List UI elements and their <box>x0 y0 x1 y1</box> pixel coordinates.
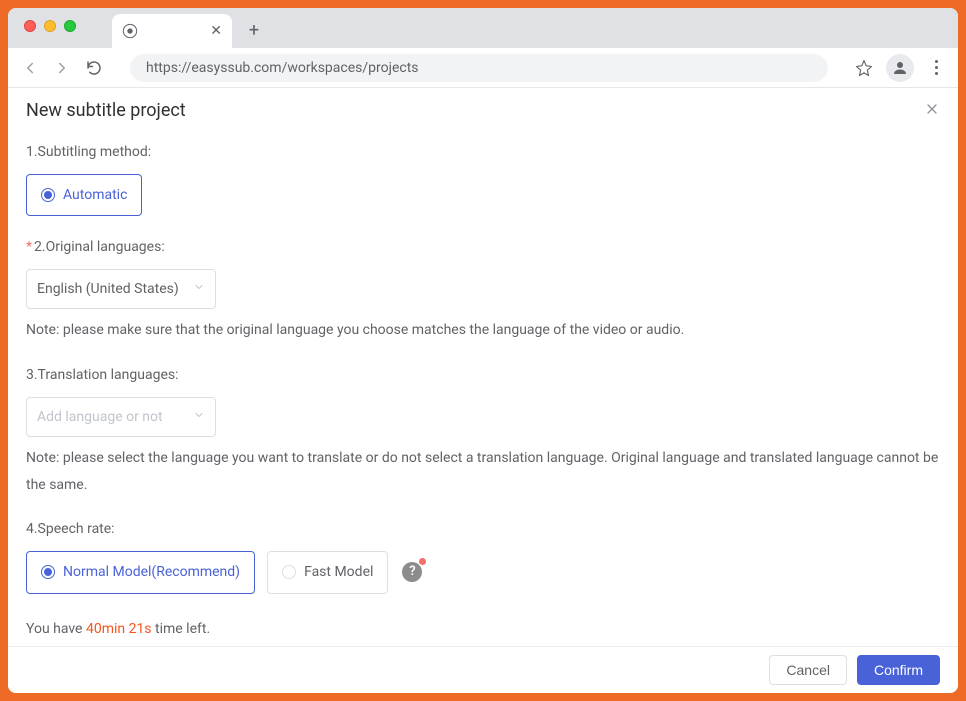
radio-selected-icon <box>41 565 55 579</box>
speech-normal-label: Normal Model(Recommend) <box>63 559 240 586</box>
chevron-down-icon <box>193 404 205 431</box>
close-tab-icon[interactable]: ✕ <box>210 23 222 39</box>
usage-info: You have 40min 21s time left. You need t… <box>26 616 940 646</box>
close-modal-button[interactable] <box>924 101 940 121</box>
translation-label: 3.Translation languages: <box>26 362 940 389</box>
forward-button[interactable] <box>52 58 72 78</box>
speech-fast-option[interactable]: Fast Model <box>267 551 388 594</box>
url-bar[interactable]: https://easyssub.com/workspaces/projects <box>130 54 828 82</box>
confirm-button[interactable]: Confirm <box>857 655 940 685</box>
speech-normal-option[interactable]: Normal Model(Recommend) <box>26 551 255 594</box>
kebab-icon <box>935 60 938 75</box>
translation-placeholder: Add language or not <box>37 404 163 431</box>
help-icon: ? <box>402 562 422 582</box>
original-label: 2.Original languages: <box>34 239 165 255</box>
help-button[interactable]: ? <box>402 562 422 582</box>
page-title: New subtitle project <box>26 100 186 121</box>
person-icon <box>891 59 909 77</box>
forward-icon <box>53 59 71 77</box>
chrome-icon <box>122 23 138 39</box>
speech-fast-label: Fast Model <box>304 559 373 586</box>
close-window-button[interactable] <box>24 20 36 32</box>
translation-language-select[interactable]: Add language or not <box>26 397 216 438</box>
close-icon <box>924 101 940 117</box>
subtitling-label: 1.Subtitling method: <box>26 139 940 166</box>
section-translation-languages: 3.Translation languages: Add language or… <box>26 362 940 498</box>
original-language-select[interactable]: English (United States) <box>26 269 216 310</box>
modal-header: New subtitle project <box>8 88 958 121</box>
time-left-value: 40min 21s <box>86 621 152 637</box>
cancel-button[interactable]: Cancel <box>769 655 847 685</box>
profile-button[interactable] <box>886 54 914 82</box>
star-icon <box>855 59 873 77</box>
browser-tab[interactable]: ✕ <box>112 14 232 48</box>
speech-label: 4.Speech rate: <box>26 516 940 543</box>
back-button[interactable] <box>20 58 40 78</box>
new-tab-button[interactable]: + <box>240 16 268 44</box>
original-note: Note: please make sure that the original… <box>26 317 940 344</box>
method-automatic-label: Automatic <box>63 182 127 209</box>
bookmark-button[interactable] <box>854 58 874 78</box>
url-text: https://easyssub.com/workspaces/projects <box>146 60 419 76</box>
translation-note: Note: please select the language you wan… <box>26 445 940 498</box>
menu-button[interactable] <box>926 58 946 78</box>
page-content: New subtitle project 1.Subtitling method… <box>8 88 958 693</box>
section-original-languages: *2.Original languages: English (United S… <box>26 234 940 344</box>
browser-toolbar: https://easyssub.com/workspaces/projects <box>8 48 958 88</box>
maximize-window-button[interactable] <box>64 20 76 32</box>
form-body: 1.Subtitling method: Automatic *2.Origin… <box>8 121 958 646</box>
original-label-row: *2.Original languages: <box>26 234 940 261</box>
section-subtitling-method: 1.Subtitling method: Automatic <box>26 139 940 216</box>
back-icon <box>21 59 39 77</box>
modal-footer: Cancel Confirm <box>8 646 958 693</box>
browser-window: ✕ + https://easyssub.com/workspaces/proj… <box>8 8 958 693</box>
reload-button[interactable] <box>84 58 104 78</box>
method-automatic-option[interactable]: Automatic <box>26 174 142 217</box>
radio-unselected-icon <box>282 565 296 579</box>
reload-icon <box>85 59 103 77</box>
radio-selected-icon <box>41 188 55 202</box>
section-speech-rate: 4.Speech rate: Normal Model(Recommend) F… <box>26 516 940 593</box>
tab-strip: ✕ + <box>8 8 958 48</box>
minimize-window-button[interactable] <box>44 20 56 32</box>
notification-dot-icon <box>419 558 426 565</box>
window-controls <box>24 20 76 32</box>
time-left-line: You have 40min 21s time left. <box>26 616 940 643</box>
required-marker: * <box>26 239 32 255</box>
original-language-value: English (United States) <box>37 276 179 303</box>
chevron-down-icon <box>193 276 205 303</box>
